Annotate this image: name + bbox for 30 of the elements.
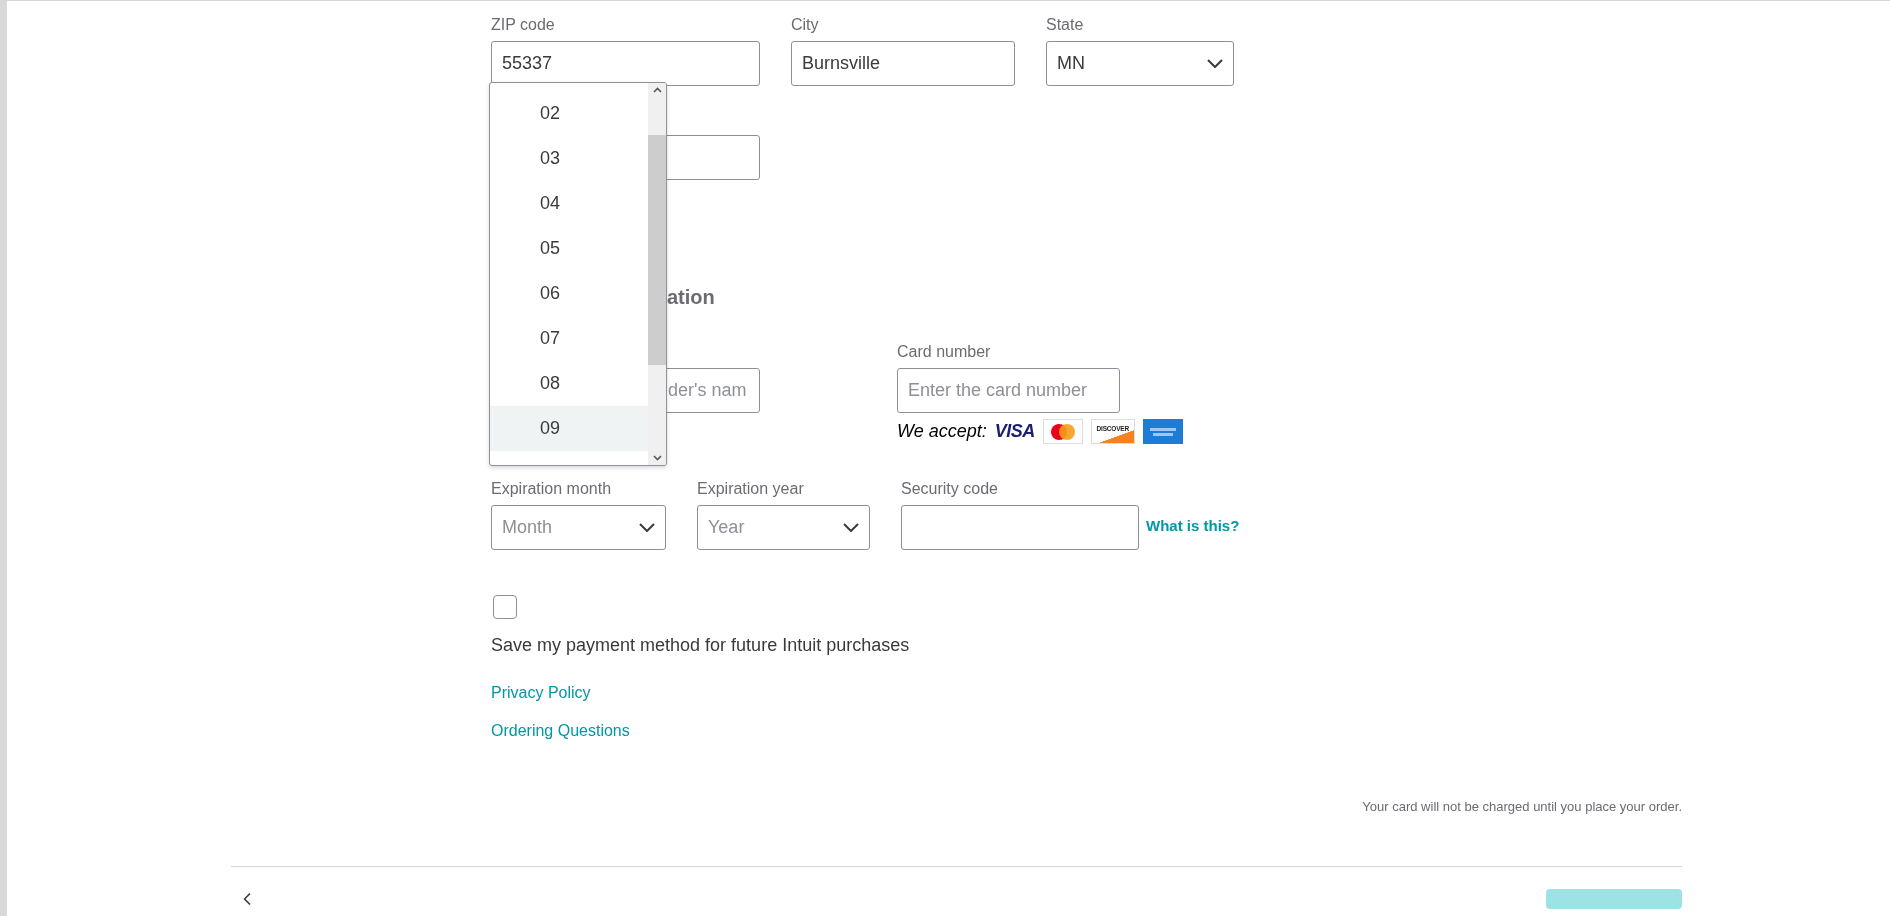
field-label: City [791, 15, 820, 35]
chevron-down-icon [1207, 59, 1223, 68]
mastercard-logo [1042, 419, 1083, 444]
field-label: ZIP code [491, 15, 556, 35]
scroll-down-icon[interactable] [652, 455, 662, 461]
chevron-down-icon [639, 523, 655, 532]
footer-link[interactable]: Privacy Policy [491, 684, 1682, 702]
dropdown-option[interactable]: 09 [490, 406, 648, 451]
card-number-field[interactable]: Enter the card number [897, 368, 1120, 413]
help-link[interactable]: What is this? [1146, 517, 1240, 534]
charge-note: Your card will not be charged until you place your order. [1362, 799, 1682, 814]
section-heading: ation [667, 285, 715, 310]
visa-logo: VISA [994, 421, 1035, 442]
scroll-up-icon[interactable] [652, 87, 662, 93]
text-field[interactable]: Burnsville [791, 41, 1015, 86]
field-label: Expiration month [491, 479, 613, 499]
we-accept-label: We accept: [897, 421, 987, 442]
security-code-field[interactable] [901, 505, 1139, 550]
text-field[interactable]: 55337 [491, 41, 760, 86]
scrollbar[interactable] [648, 83, 666, 465]
checkbox[interactable] [493, 595, 517, 619]
checkbox-label: Save my payment method for future Intuit purchases [491, 634, 911, 657]
amex-logo [1142, 419, 1183, 444]
state-select[interactable]: MN [1046, 41, 1234, 86]
field-label: Security code [901, 479, 999, 499]
field-label: Card number [897, 342, 992, 362]
chevron-down-icon [843, 523, 859, 532]
field-label: State [1046, 15, 1085, 35]
field-label: Expiration year [697, 479, 805, 499]
footer-link[interactable]: Ordering Questions [491, 722, 1682, 740]
